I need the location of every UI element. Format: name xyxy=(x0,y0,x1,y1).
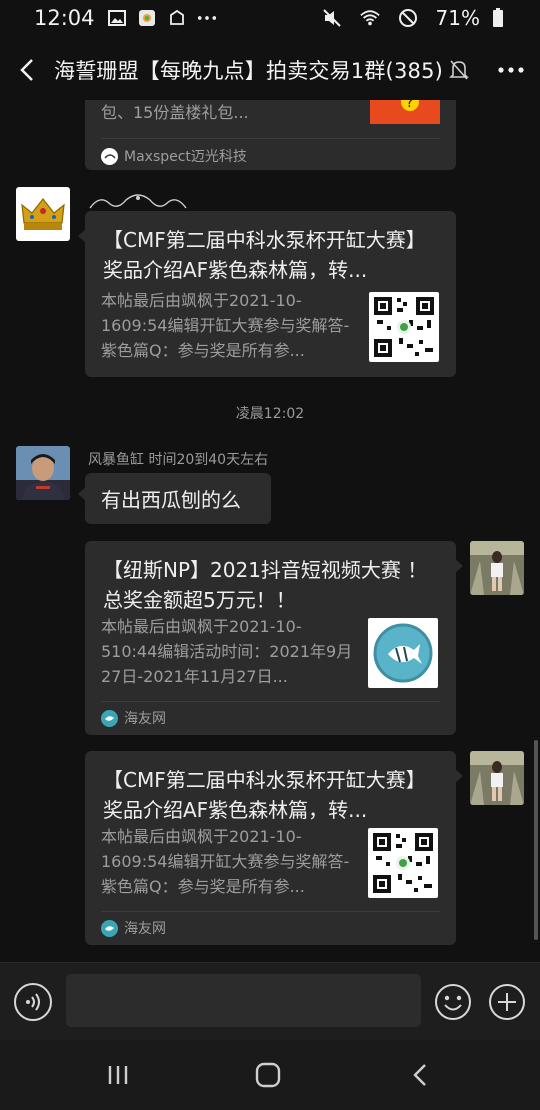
message-timestamp: 凌晨12:02 xyxy=(235,406,305,422)
voice-icon xyxy=(26,993,40,1011)
gallery-icon xyxy=(107,8,127,28)
haiyou-logo-icon xyxy=(101,709,118,727)
link-card-maxspect[interactable]: 包、15份盖楼礼包... ? Maxspect迈光科技 xyxy=(85,100,456,170)
card-source: 海友网 xyxy=(101,708,166,728)
battery-icon xyxy=(488,8,508,28)
emoji-button[interactable] xyxy=(434,983,472,1021)
text-message-bubble[interactable]: 有出西瓜刨的么 xyxy=(78,473,271,524)
recent-apps-button[interactable] xyxy=(98,1060,138,1090)
card-source-name: 海友网 xyxy=(124,921,166,937)
battery-percentage: 71% xyxy=(435,6,480,30)
more-functions-button[interactable] xyxy=(488,983,526,1021)
chat-messages[interactable]: 包、15份盖楼礼包... ? Maxspect迈光科技 【CMF第二届中科水泵杯… xyxy=(0,100,540,960)
card-source-name: 海友网 xyxy=(124,711,166,727)
qr-code-thumbnail xyxy=(369,292,439,362)
message-input[interactable] xyxy=(66,974,421,1027)
back-button[interactable] xyxy=(0,44,54,96)
card-divider xyxy=(101,138,440,139)
sender-name: 风暴鱼缸 时间20到40天左右 xyxy=(88,452,269,468)
muted-bell-icon xyxy=(449,59,471,81)
maxspect-logo-icon xyxy=(101,147,118,165)
card-description: 包、15份盖楼礼包... xyxy=(101,103,249,122)
card-thumbnail xyxy=(368,618,438,688)
system-back-icon xyxy=(413,1064,426,1086)
link-card-np-contest[interactable]: 【纽斯NP】2021抖音短视频大赛 ！总奖金额超5万元！！ 本帖最后由飒枫于20… xyxy=(85,541,463,735)
card-source: Maxspect迈光科技 xyxy=(101,146,247,166)
sender-avatar-crown[interactable] xyxy=(16,187,70,241)
voice-input-button[interactable] xyxy=(14,983,52,1021)
app-notification-icon xyxy=(137,8,157,28)
chat-scrollbar[interactable] xyxy=(534,740,538,940)
card-divider xyxy=(101,911,440,912)
haiyou-logo-icon xyxy=(101,919,118,937)
card-description: 本帖最后由飒枫于2021-10-1609:54编辑开缸大赛参与奖解答-紫色篇Q：… xyxy=(101,291,350,360)
card-title: 【CMF第二届中科水泵杯开缸大赛】奖品介绍AF紫色森林篇，转... xyxy=(103,768,426,822)
system-back-button[interactable] xyxy=(400,1060,440,1090)
status-time: 12:04 xyxy=(34,6,95,30)
chat-title: 海誓珊盟【每晚九点】拍卖交易1群(385) xyxy=(54,59,444,83)
sender-avatar-storm-aquarium[interactable] xyxy=(16,446,70,500)
recent-apps-icon xyxy=(108,1066,128,1084)
message-input-bar xyxy=(0,962,540,1040)
home-icon xyxy=(255,1062,281,1088)
status-bar: 12:04 71% xyxy=(0,0,540,36)
home-button[interactable] xyxy=(248,1060,288,1090)
plus-icon xyxy=(489,984,525,1020)
card-thumbnail: ? xyxy=(370,100,440,124)
system-navigation-bar xyxy=(0,1040,540,1110)
card-divider xyxy=(101,701,440,702)
more-dots-icon xyxy=(498,67,524,73)
svg-text:?: ? xyxy=(406,100,413,111)
my-avatar[interactable] xyxy=(470,541,524,595)
card-description: 本帖最后由飒枫于2021-10-510:44编辑活动时间：2021年9月27日-… xyxy=(101,617,353,686)
card-source-name: Maxspect迈光科技 xyxy=(124,149,247,165)
chat-header: 海誓珊盟【每晚九点】拍卖交易1群(385) xyxy=(0,44,540,96)
card-description: 本帖最后由飒枫于2021-10-1609:54编辑开缸大赛参与奖解答-紫色篇Q：… xyxy=(101,827,350,896)
more-options-button[interactable] xyxy=(496,58,526,82)
link-card-cmf-1[interactable]: 【CMF第二届中科水泵杯开缸大赛】奖品介绍AF紫色森林篇，转... 本帖最后由飒… xyxy=(78,211,456,377)
message-text: 有出西瓜刨的么 xyxy=(101,488,241,512)
my-avatar[interactable] xyxy=(470,751,524,805)
dnd-icon xyxy=(398,8,418,28)
card-title: 【CMF第二届中科水泵杯开缸大赛】奖品介绍AF紫色森林篇，转... xyxy=(103,228,426,282)
link-card-cmf-2[interactable]: 【CMF第二届中科水泵杯开缸大赛】奖品介绍AF紫色森林篇，转... 本帖最后由飒… xyxy=(85,751,463,945)
qr-code-thumbnail xyxy=(368,828,438,898)
transfer-icon xyxy=(167,8,187,28)
wifi-icon xyxy=(359,8,380,28)
card-title: 【纽斯NP】2021抖音短视频大赛 ！总奖金额超5万元！！ xyxy=(103,558,428,612)
back-arrow-icon xyxy=(20,59,33,81)
more-notifications-icon xyxy=(197,8,217,28)
smiley-icon xyxy=(435,984,471,1020)
card-source: 海友网 xyxy=(101,918,166,938)
mute-status-icon xyxy=(322,8,342,28)
